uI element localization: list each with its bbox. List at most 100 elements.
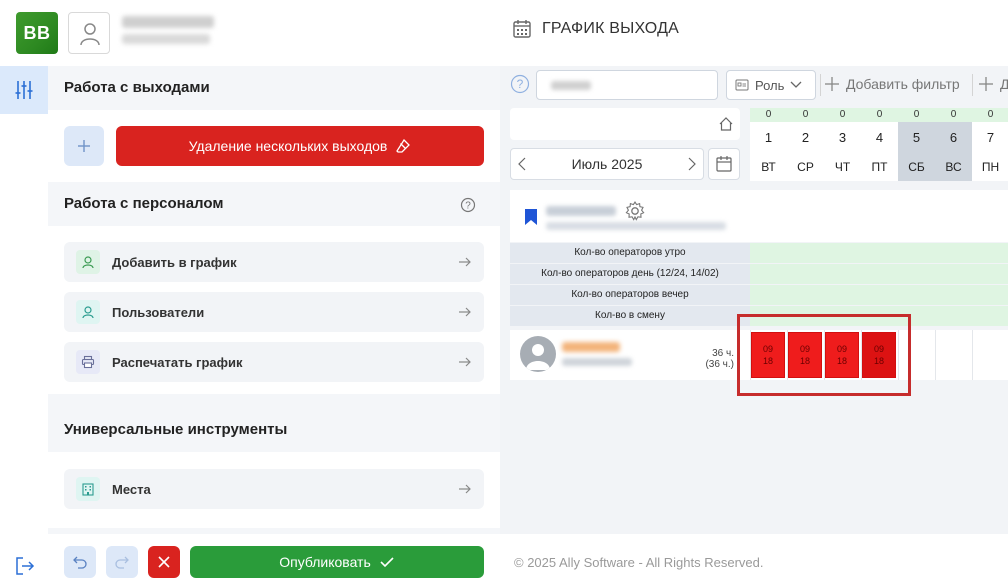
employee-avatar [520, 336, 556, 372]
user-icon [80, 23, 100, 46]
page-header: ГРАФИК ВЫХОДА [512, 19, 679, 39]
stat-row-cells [750, 285, 1008, 305]
plus-icon [825, 77, 839, 91]
day-count: 0 [935, 108, 972, 122]
user-avatar[interactable] [68, 12, 110, 54]
group-name-redacted [546, 206, 616, 216]
delete-multiple-shifts-button[interactable]: Удаление нескольких выходов [116, 126, 484, 166]
day-of-week: СР [797, 160, 814, 174]
add-filter-button-2[interactable]: Д [978, 76, 1008, 92]
search-input[interactable] [536, 70, 718, 100]
day-of-week: ВС [945, 160, 962, 174]
arrow-right-icon [459, 357, 471, 367]
svg-text:?: ? [517, 77, 524, 91]
app-logo[interactable]: BB [16, 12, 58, 54]
user-name-redacted [122, 16, 214, 28]
logout-button[interactable] [14, 555, 36, 582]
filter-help-button[interactable]: ? [510, 74, 530, 99]
copyright-text: © 2025 Ally Software - All Rights Reserv… [514, 555, 764, 570]
day-of-week: ПТ [871, 160, 888, 174]
top-bar: BB ГРАФИК ВЫХОДА [0, 0, 1008, 66]
arrow-right-icon [459, 484, 471, 494]
user-role-redacted [122, 34, 210, 44]
day-of-week: ВТ [761, 160, 776, 174]
user-icon [76, 250, 100, 274]
day-of-week: ЧТ [834, 160, 851, 174]
undo-icon [73, 556, 87, 569]
month-navigator: Июль 2025 [510, 148, 704, 180]
group-info-redacted [546, 222, 726, 230]
rail-item-settings[interactable] [0, 66, 48, 114]
day-of-week: ПН [981, 160, 1000, 174]
user-icon [76, 300, 100, 324]
day-column[interactable]: 0 2 СР [787, 108, 824, 181]
user-icon [526, 344, 550, 370]
employee-hours: 36 ч. (36 ч.) [705, 348, 734, 370]
day-column[interactable]: 0 3 ЧТ [824, 108, 861, 181]
add-filter-button[interactable]: Добавить фильтр [824, 76, 960, 92]
today-button[interactable] [510, 108, 740, 140]
eraser-icon [396, 138, 411, 153]
help-icon: ? [460, 197, 476, 213]
day-count: 0 [898, 108, 935, 122]
page-title: ГРАФИК ВЫХОДА [542, 20, 680, 37]
menu-label: Пользователи [112, 304, 205, 320]
icon-rail [0, 66, 48, 586]
stat-row-label: Кол-во в смену [510, 306, 750, 326]
section-title-staff: Работа с персоналом [64, 195, 224, 212]
menu-item-places[interactable]: Места [64, 469, 484, 509]
role-filter-select[interactable]: Роль [726, 70, 816, 100]
add-shift-button[interactable] [64, 126, 104, 166]
help-button[interactable]: ? [460, 197, 476, 218]
day-column-weekend[interactable]: 0 6 ВС [935, 108, 972, 181]
add-filter-label: Добавить фильтр [846, 76, 960, 92]
day-number: 5 [912, 130, 921, 145]
stat-row-label: Кол-во операторов утро [510, 243, 750, 263]
section-title-tools: Универсальные инструменты [64, 421, 288, 438]
undo-button[interactable] [64, 546, 96, 578]
gear-icon[interactable] [624, 200, 646, 222]
day-column[interactable]: 0 4 ПТ [861, 108, 898, 181]
tools-panel: Работа с выходами Удаление нескольких вы… [48, 66, 500, 534]
building-icon [76, 477, 100, 501]
svg-text:?: ? [465, 201, 471, 212]
day-column[interactable]: 0 1 ВТ [750, 108, 787, 181]
section-title-shifts: Работа с выходами [64, 79, 210, 96]
day-count: 0 [972, 108, 1008, 122]
stat-row-cells [750, 264, 1008, 284]
calendar-icon [716, 156, 732, 172]
menu-label: Места [112, 481, 151, 497]
menu-item-users[interactable]: Пользователи [64, 292, 484, 332]
chevron-down-icon [790, 81, 802, 88]
day-column[interactable]: 0 7 ПН [972, 108, 1008, 181]
arrow-right-icon [459, 257, 471, 267]
day-number: 1 [764, 130, 773, 145]
redo-button[interactable] [106, 546, 138, 578]
chevron-right-icon[interactable] [687, 157, 697, 171]
close-icon [158, 556, 170, 568]
menu-label: Распечатать график [112, 354, 243, 370]
day-column-weekend[interactable]: 0 5 СБ [898, 108, 935, 181]
day-count: 0 [861, 108, 898, 122]
stat-row-label: Кол-во операторов день (12/24, 14/02) [510, 264, 750, 284]
delete-multiple-shifts-label: Удаление нескольких выходов [188, 138, 388, 154]
month-label: Июль 2025 [571, 156, 643, 172]
discard-button[interactable] [148, 546, 180, 578]
calendar-icon [513, 20, 531, 38]
chevron-left-icon[interactable] [517, 157, 527, 171]
help-icon: ? [510, 74, 530, 94]
menu-item-add-to-schedule[interactable]: Добавить в график [64, 242, 484, 282]
bottom-bar: Опубликовать © 2025 Ally Software - All … [48, 534, 1008, 586]
group-header [510, 190, 1008, 242]
publish-button[interactable]: Опубликовать [190, 546, 484, 578]
bookmark-icon[interactable] [524, 208, 538, 226]
selection-highlight [737, 314, 911, 396]
menu-item-print-schedule[interactable]: Распечатать график [64, 342, 484, 382]
stat-row-cells [750, 243, 1008, 263]
schedule-area: ? Роль Добавить фильтр Д Июль 2025 0 1 В… [500, 66, 1008, 534]
home-icon [719, 117, 733, 131]
day-number: 2 [801, 130, 810, 145]
day-number: 3 [838, 130, 847, 145]
arrow-right-icon [459, 307, 471, 317]
calendar-picker-button[interactable] [708, 148, 740, 180]
